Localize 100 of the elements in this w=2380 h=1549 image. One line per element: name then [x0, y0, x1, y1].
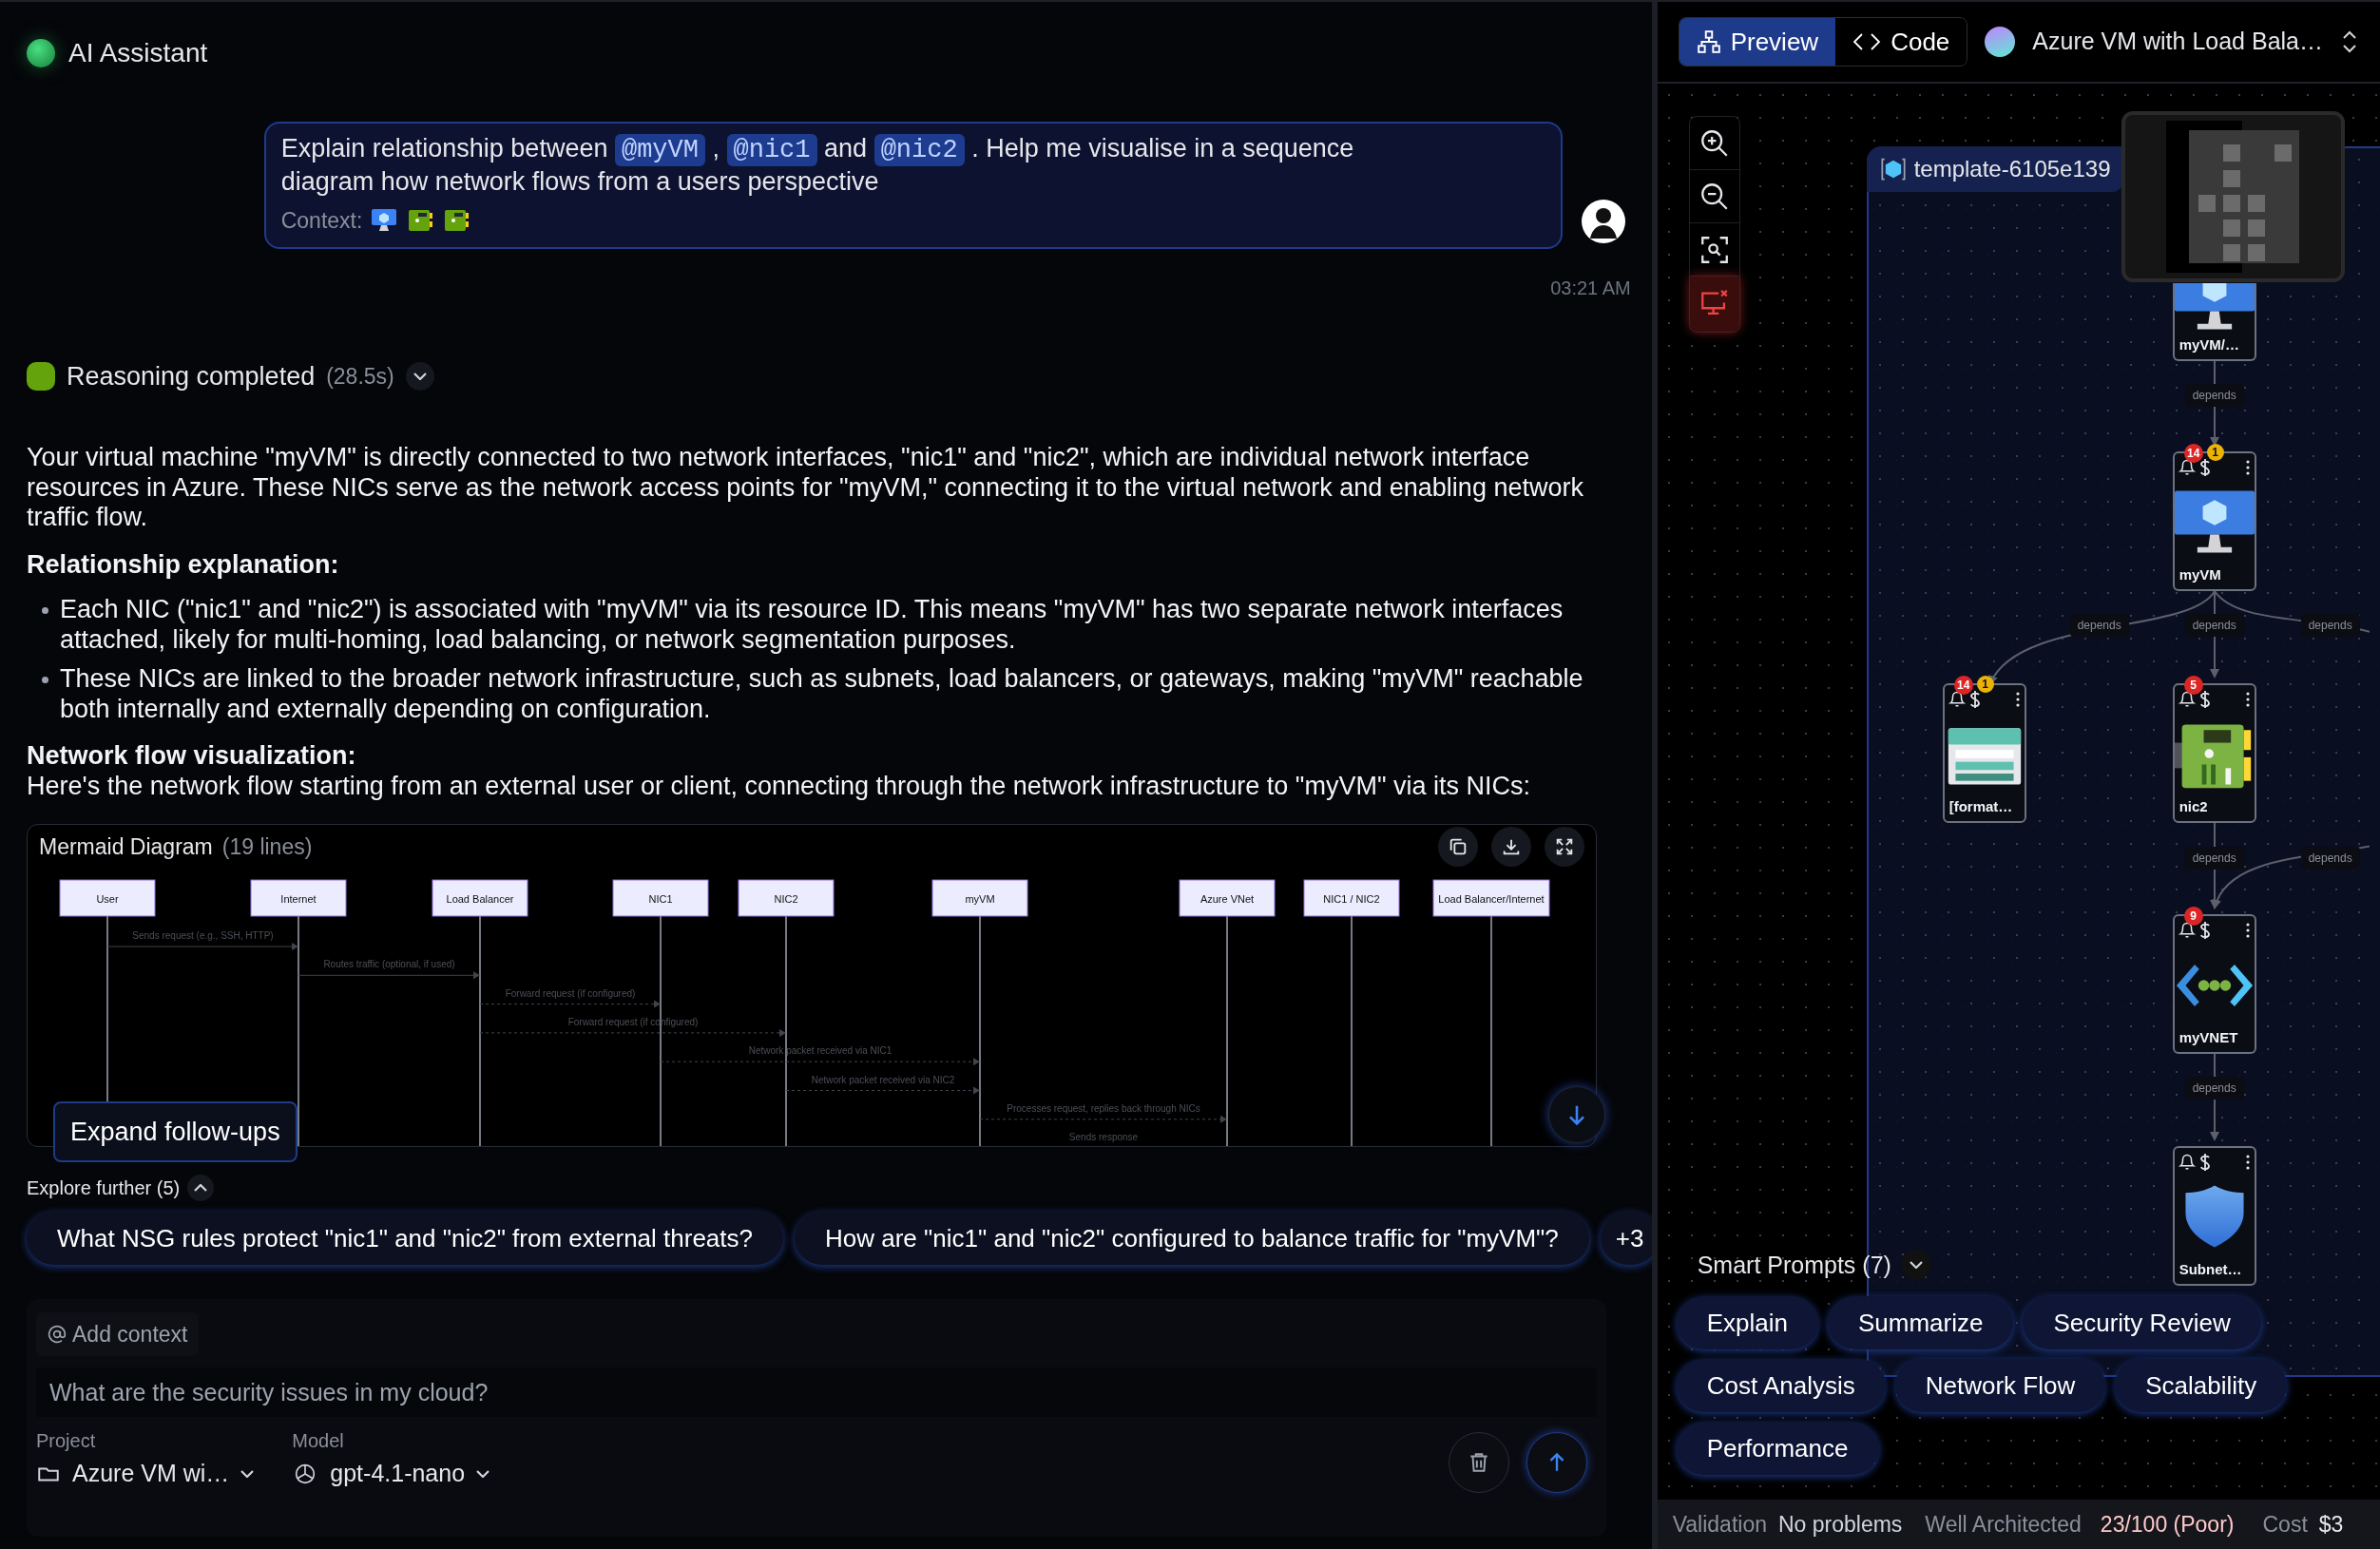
bell-icon[interactable]	[2178, 1154, 2196, 1171]
well-architected-score: 23/100 (Poor)	[2100, 1510, 2235, 1539]
add-context-button[interactable]: Add context	[36, 1312, 200, 1356]
expand-follow-ups-button[interactable]: Expand follow-ups	[53, 1101, 298, 1162]
validation-label: Validation	[1672, 1510, 1767, 1539]
message-label: Processes request, replies back through NICs	[1007, 1102, 1200, 1114]
chevron-icon	[240, 1470, 255, 1478]
section-heading: Network flow visualization:	[27, 741, 357, 772]
message-label: Forward request (if configured)	[505, 987, 636, 999]
copy-button[interactable]	[1437, 827, 1478, 867]
participant-label: NIC1 / NIC2	[1323, 893, 1380, 905]
more-chip[interactable]: +3	[1600, 1212, 1652, 1265]
chevron-icon	[413, 372, 427, 380]
participant-label: NIC2	[774, 893, 798, 905]
project-label: Project	[36, 1429, 97, 1453]
more-icon[interactable]	[2244, 1155, 2251, 1170]
follow-up-chip[interactable]: What NSG rules protect "nic1" and "nic2" from external threats?	[27, 1212, 783, 1265]
smart-prompts-label: Smart Prompts (7)	[1697, 1250, 1891, 1280]
view-tab[interactable]: Preview	[1679, 18, 1836, 66]
edge-label: depends	[2300, 847, 2360, 870]
reasoning-label: Reasoning completed	[67, 360, 316, 392]
participant-label: Azure VNet	[1200, 893, 1255, 905]
edge-label: depends	[2300, 614, 2360, 637]
edge-label: depends	[2184, 614, 2244, 637]
bell-icon[interactable]	[2178, 691, 2196, 708]
download-button[interactable]	[1490, 827, 1531, 867]
well-architected-label: Well Architected	[1925, 1510, 2082, 1539]
smart-prompt-chip[interactable]: Cost Analysis	[1676, 1359, 1886, 1412]
smart-prompt-chip[interactable]: Security Review	[2023, 1296, 2261, 1349]
context-label: Context:	[280, 207, 363, 235]
bell-icon[interactable]	[2178, 459, 2196, 476]
hierarchy-icon	[1696, 29, 1721, 54]
smart-prompt-chip[interactable]: Summarize	[1827, 1296, 2014, 1349]
edge-label: depends	[2184, 384, 2244, 407]
assistant-title: AI Assistant	[68, 37, 208, 69]
message-label: Network packet received via NIC1	[748, 1045, 892, 1057]
dollar-icon[interactable]	[2198, 1153, 2211, 1172]
node-label: [format…	[1948, 796, 2014, 816]
participant-label: User	[96, 893, 119, 905]
dollar-icon[interactable]	[1968, 690, 1981, 709]
node-label: myVM	[2178, 564, 2222, 584]
model-label: Model	[292, 1429, 345, 1453]
template-icon	[1985, 27, 2016, 57]
edge-label: depends	[2069, 614, 2129, 637]
participant-label: Load Balancer/Internet	[1438, 893, 1545, 905]
chevron-icon	[194, 1184, 208, 1192]
disconnect-button[interactable]	[1689, 277, 1739, 332]
template-name[interactable]: Azure VM with Load Bala…	[2032, 24, 2323, 60]
diagram-title: Mermaid Diagram	[39, 832, 213, 861]
more-icon[interactable]	[2014, 692, 2021, 707]
follow-up-chip[interactable]: How are "nic1" and "nic2" configured to balance traffic for "myVM"?	[795, 1212, 1589, 1265]
edge-label: depends	[2184, 1077, 2244, 1100]
smart-prompt-chip[interactable]: Scalability	[2115, 1359, 2288, 1412]
dollar-icon[interactable]	[2198, 690, 2211, 709]
node-label: myVNET	[2178, 1027, 2239, 1047]
scroll-down-button[interactable]	[1548, 1086, 1605, 1143]
cost-label: Cost	[2262, 1510, 2308, 1539]
bullet-icon	[42, 607, 48, 614]
dollar-icon[interactable]	[2198, 921, 2211, 940]
dollar-icon[interactable]	[2198, 458, 2211, 477]
edge-label: depends	[2184, 847, 2244, 870]
cost-value: $3	[2318, 1510, 2344, 1539]
project-select[interactable]: Azure VM wi…	[36, 1455, 255, 1493]
collapse-toggle[interactable]	[187, 1175, 215, 1201]
validation-value: No problems	[1777, 1510, 1903, 1539]
more-icon[interactable]	[2244, 460, 2251, 475]
group-label: template-6105e139	[1866, 146, 2124, 192]
message-input[interactable]: What are the security issues in my cloud?	[36, 1367, 1597, 1417]
chevron-icon	[476, 1470, 490, 1478]
line-count: (19 lines)	[221, 832, 313, 861]
node-label: nic2	[2178, 796, 2209, 816]
message-label: Sends request (e.g., SSH, HTTP)	[132, 930, 274, 941]
more-icon[interactable]	[2244, 692, 2251, 707]
sort-icon[interactable]	[2340, 29, 2359, 54]
answer-paragraph: Here's the network flow starting from an external user or client, connecting through the network infrastructure to "myVM" via its NICs:	[27, 771, 1531, 801]
participant-label: NIC1	[648, 893, 673, 905]
resource-node[interactable]: myVM/…	[2172, 283, 2256, 361]
smart-prompt-chip[interactable]: Explain	[1676, 1296, 1818, 1349]
node-label: myVM/…	[2178, 335, 2240, 354]
at-icon	[48, 1325, 67, 1344]
smart-prompt-chip[interactable]: Performance	[1676, 1422, 1879, 1475]
bell-icon[interactable]	[1948, 691, 1966, 708]
explore-further-label: Explore further (5)	[27, 1176, 181, 1200]
section-heading: Relationship explanation:	[27, 549, 340, 580]
answer-paragraph: Your virtual machine "myVM" is directly connected to two network interfaces, "nic1" and "nic2", which are individual network interface resources in Azure. These NICs serve as the network access points for "myVM," connecting it to the virtual network and enabling network traffic flow.	[27, 443, 1584, 533]
bell-icon[interactable]	[2178, 922, 2196, 939]
reasoning-toggle[interactable]	[405, 361, 434, 391]
chevron-icon	[1909, 1261, 1923, 1270]
message-label: Network packet received via NIC2	[811, 1074, 955, 1085]
participant-label: Load Balancer	[446, 893, 514, 905]
participant-label: myVM	[965, 893, 995, 905]
user-message-text: Explain relationship between @myVM , @nic1 and @nic2 . Help me visualise in a sequence diagram how network flows from a users perspective	[280, 133, 1355, 197]
bullet-text: These NICs are linked to the broader network infrastructure, such as subnets, load balancers, or gateways, making "myVM" reachable both internally and externally depending on configuration.	[60, 664, 1584, 724]
cube-icon	[1879, 156, 1907, 182]
smart-prompt-chip[interactable]: Network Flow	[1894, 1359, 2106, 1412]
expand-button[interactable]	[1544, 827, 1584, 867]
message-label: Routes traffic (optional, if used)	[323, 959, 455, 970]
more-icon[interactable]	[2244, 923, 2251, 938]
resource-node[interactable]: Subnet…	[2172, 1146, 2256, 1286]
model-select[interactable]: gpt-4.1-nano	[292, 1455, 490, 1493]
